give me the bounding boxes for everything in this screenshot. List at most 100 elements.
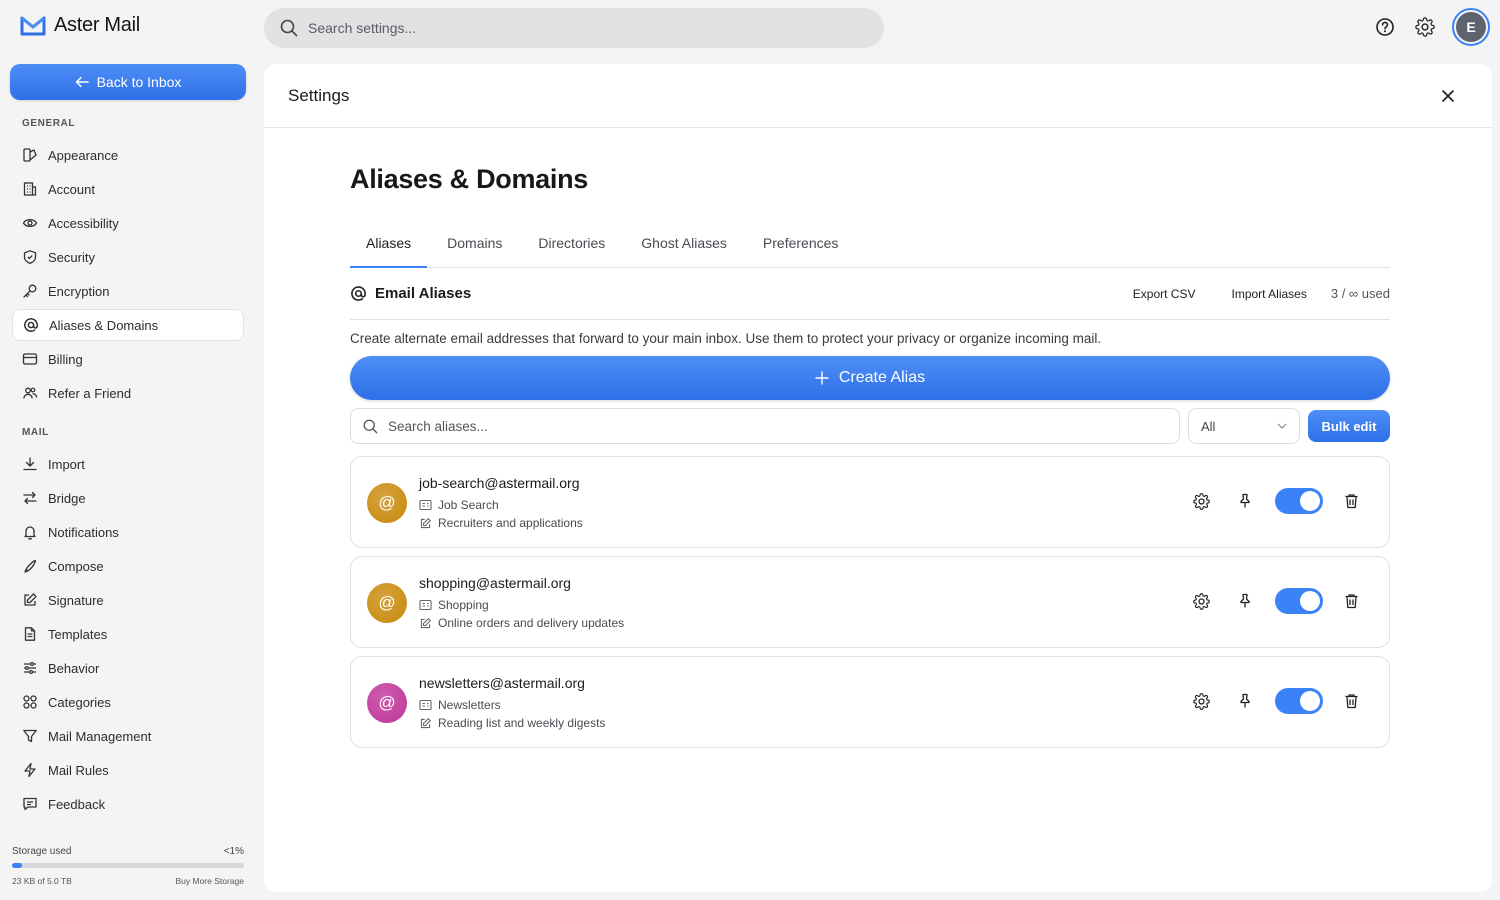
- sidebar-item-feedback[interactable]: Feedback: [12, 788, 244, 820]
- tab-ghost-aliases[interactable]: Ghost Aliases: [621, 233, 743, 268]
- pen-icon: [24, 559, 37, 573]
- sidebar-item-templates[interactable]: Templates: [12, 618, 244, 650]
- alias-avatar: @: [367, 483, 407, 523]
- tag-icon: [419, 499, 432, 511]
- sidebar-item-appearance[interactable]: Appearance: [12, 139, 244, 171]
- settings-button[interactable]: [1412, 14, 1438, 40]
- building-icon: [23, 182, 37, 196]
- sidebar-item-billing[interactable]: Billing: [12, 343, 244, 375]
- sidebar-item-label: Refer a Friend: [48, 385, 132, 401]
- pin-icon: [1240, 493, 1250, 508]
- buy-storage-link[interactable]: Buy More Storage: [175, 876, 244, 886]
- sidebar-item-encryption[interactable]: Encryption: [12, 275, 244, 307]
- gear-icon: [1192, 692, 1210, 710]
- alias-pin-button[interactable]: [1231, 587, 1259, 615]
- tab-directories[interactable]: Directories: [518, 233, 621, 268]
- at-icon: [351, 286, 366, 301]
- sidebar-item-import[interactable]: Import: [12, 448, 244, 480]
- settings-search[interactable]: [264, 8, 884, 48]
- arrow-left-icon: [75, 76, 89, 88]
- tag-icon: [419, 699, 432, 711]
- alias-enabled-toggle[interactable]: [1275, 688, 1323, 714]
- settings-search-input[interactable]: [308, 20, 868, 36]
- alias-card[interactable]: @ newsletters@astermail.org Newsletters …: [350, 656, 1390, 748]
- key-icon: [23, 284, 37, 298]
- sidebar-item-notifications[interactable]: Notifications: [12, 516, 244, 548]
- close-icon: [1442, 90, 1454, 102]
- card-icon: [22, 353, 38, 365]
- sidebar-item-categories[interactable]: Categories: [12, 686, 244, 718]
- sidebar-item-label: Mail Rules: [48, 762, 109, 778]
- email-aliases-header: Email Aliases Export CSV Import Aliases …: [350, 268, 1390, 320]
- sidebar-item-compose[interactable]: Compose: [12, 550, 244, 582]
- shield-icon: [23, 250, 37, 264]
- sidebar-item-account[interactable]: Account: [12, 173, 244, 205]
- sidebar-item-label: Compose: [48, 558, 104, 574]
- sidebar-item-label: Behavior: [48, 660, 100, 676]
- alias-email: job-search@astermail.org: [419, 475, 580, 491]
- brand[interactable]: Aster Mail: [20, 14, 140, 37]
- general-section-label: GENERAL: [22, 118, 76, 129]
- alias-delete-button[interactable]: [1337, 687, 1365, 715]
- help-button[interactable]: [1372, 14, 1398, 40]
- trash-icon: [1345, 694, 1357, 709]
- alias-settings-button[interactable]: [1187, 487, 1215, 515]
- gear-icon: [1192, 492, 1210, 510]
- sidebar-item-label: Templates: [48, 626, 108, 642]
- alias-settings-button[interactable]: [1187, 587, 1215, 615]
- sidebar-item-label: Appearance: [48, 147, 119, 163]
- trash-icon: [1345, 494, 1357, 509]
- arrows-icon: [23, 491, 37, 505]
- alias-pin-button[interactable]: [1231, 487, 1259, 515]
- export-csv-button[interactable]: Export CSV: [1133, 287, 1196, 301]
- avatar-initial: E: [1456, 12, 1486, 42]
- alias-enabled-toggle[interactable]: [1275, 588, 1323, 614]
- sidebar-item-accessibility[interactable]: Accessibility: [12, 207, 244, 239]
- back-to-inbox-button[interactable]: Back to Inbox: [10, 64, 246, 100]
- tab-preferences[interactable]: Preferences: [743, 233, 854, 268]
- sidebar-item-label: Aliases & Domains: [49, 317, 159, 333]
- sidebar-item-aliases-domains[interactable]: Aliases & Domains: [12, 309, 244, 341]
- import-aliases-button[interactable]: Import Aliases: [1231, 287, 1306, 301]
- alias-pin-button[interactable]: [1231, 687, 1259, 715]
- sidebar-item-security[interactable]: Security: [12, 241, 244, 273]
- alias-filter-select[interactable]: All: [1188, 408, 1300, 444]
- alias-delete-button[interactable]: [1337, 587, 1365, 615]
- alias-settings-button[interactable]: [1187, 687, 1215, 715]
- tab-aliases[interactable]: Aliases: [350, 233, 428, 268]
- sidebar-item-behavior[interactable]: Behavior: [12, 652, 244, 684]
- mail-section-label: MAIL: [22, 427, 49, 438]
- tab-domains[interactable]: Domains: [427, 233, 518, 268]
- sidebar-item-bridge[interactable]: Bridge: [12, 482, 244, 514]
- create-alias-label: Create Alias: [838, 369, 926, 386]
- bulk-edit-button[interactable]: Bulk edit: [1308, 410, 1390, 442]
- filter-icon: [23, 729, 37, 743]
- grid-icon: [23, 695, 37, 709]
- alias-label: Shopping: [438, 598, 489, 612]
- alias-note-line: Online orders and delivery updates: [419, 616, 624, 630]
- help-icon: [1376, 18, 1394, 36]
- avatar[interactable]: E: [1452, 8, 1490, 46]
- alias-card[interactable]: @ job-search@astermail.org Job Search Re…: [350, 456, 1390, 548]
- sidebar-item-mail-rules[interactable]: Mail Rules: [12, 754, 244, 786]
- section-title: Email Aliases: [375, 285, 472, 302]
- alias-delete-button[interactable]: [1337, 487, 1365, 515]
- alias-search-input[interactable]: [388, 418, 1148, 434]
- sidebar-item-refer-a-friend[interactable]: Refer a Friend: [12, 377, 244, 409]
- alias-card[interactable]: @ shopping@astermail.org Shopping Online…: [350, 556, 1390, 648]
- create-alias-button[interactable]: Create Alias: [350, 356, 1390, 400]
- search-icon: [280, 19, 298, 37]
- appearance-icon: [23, 148, 37, 162]
- sidebar-item-mail-management[interactable]: Mail Management: [12, 720, 244, 752]
- file-icon: [24, 627, 36, 641]
- alias-search[interactable]: [350, 408, 1180, 444]
- top-icons: E: [1372, 8, 1490, 46]
- edit-icon: [420, 717, 431, 728]
- close-button[interactable]: [1438, 86, 1458, 106]
- storage-bar: [12, 863, 244, 868]
- alias-enabled-toggle[interactable]: [1275, 488, 1323, 514]
- gear-icon: [1415, 17, 1435, 37]
- chevron-down-icon: [1277, 423, 1287, 429]
- sidebar-item-signature[interactable]: Signature: [12, 584, 244, 616]
- envelope-logo-icon: [20, 16, 46, 35]
